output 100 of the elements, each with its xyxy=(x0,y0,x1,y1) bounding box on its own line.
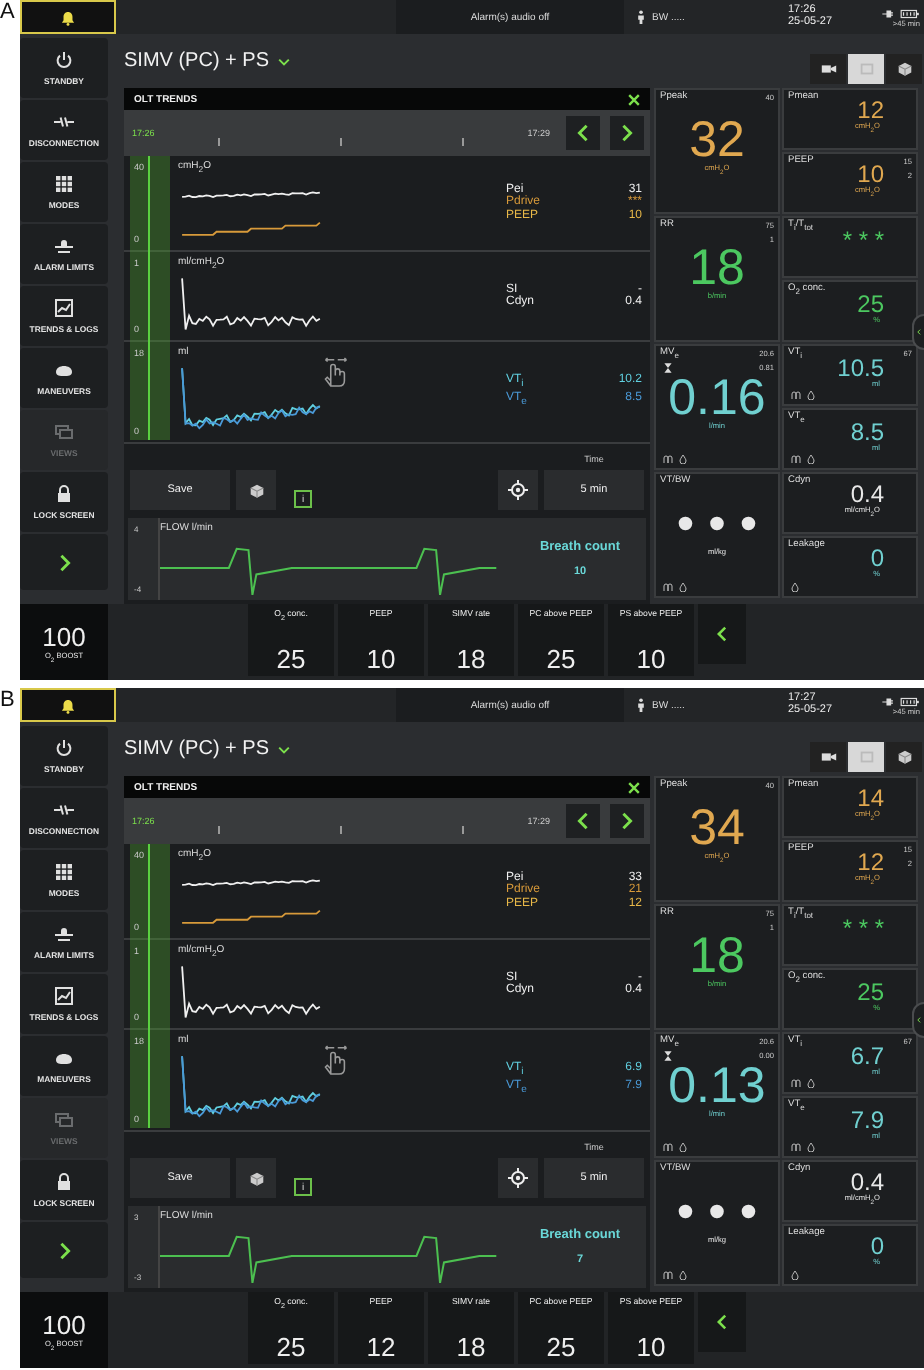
drop-icon xyxy=(806,1078,816,1088)
cloud-icon xyxy=(54,360,74,380)
tile-value: 0.4 xyxy=(850,484,884,506)
chevron-down-icon xyxy=(277,745,290,753)
screen-icon xyxy=(857,60,875,78)
tile-value: 12 xyxy=(857,100,884,122)
hand-icon xyxy=(322,354,351,390)
target-icon xyxy=(508,1168,528,1188)
previous-button[interactable] xyxy=(566,804,600,838)
drop-icon xyxy=(678,1142,688,1152)
drop-icon xyxy=(806,454,816,464)
tile-value: • • • xyxy=(676,500,758,548)
view-button[interactable] xyxy=(810,54,846,84)
grid-icon xyxy=(54,174,74,194)
drop-icon xyxy=(806,390,816,400)
drop-icon xyxy=(678,454,688,464)
drop-icon xyxy=(678,1270,688,1280)
bell-lines-icon xyxy=(54,924,74,944)
panel-label: B xyxy=(0,688,17,716)
tile-value: * * * xyxy=(842,229,884,252)
windows-icon xyxy=(54,422,74,442)
broken-line-icon xyxy=(54,112,74,132)
tile-value: 18 xyxy=(689,932,745,980)
bell-icon xyxy=(60,9,76,25)
hand-icon xyxy=(322,1042,351,1078)
tile-value: 14 xyxy=(857,788,884,810)
tile-value: 0.16 xyxy=(668,373,766,422)
bell-icon xyxy=(60,697,76,713)
chevron-right-icon xyxy=(55,1241,73,1259)
cube-button[interactable] xyxy=(236,1158,276,1198)
chevron-right-icon xyxy=(618,810,636,832)
close-icon xyxy=(628,781,640,793)
alarm-button[interactable] xyxy=(20,0,116,34)
view-button[interactable] xyxy=(886,742,922,772)
tile-value: 0 xyxy=(870,548,884,570)
chevron-left-icon xyxy=(916,324,922,340)
target-icon xyxy=(508,480,528,500)
alarm-button[interactable] xyxy=(20,688,116,722)
close-icon xyxy=(628,93,640,105)
chevron-right-icon xyxy=(55,553,73,571)
tile-value: 0 xyxy=(870,1236,884,1258)
person-icon xyxy=(636,10,646,24)
bell-lines-icon xyxy=(54,236,74,256)
previous-button[interactable] xyxy=(566,116,600,150)
cube-icon xyxy=(895,748,913,766)
tile-value: 32 xyxy=(689,116,745,164)
grid-icon xyxy=(54,862,74,882)
chevron-left-icon xyxy=(714,1312,730,1332)
tile-value: 25 xyxy=(857,981,884,1004)
chevron-down-icon xyxy=(277,57,290,65)
chart-icon xyxy=(54,298,74,318)
cube-icon xyxy=(247,481,265,499)
drop-icon xyxy=(678,582,688,592)
tile-value: 6.7 xyxy=(850,1045,884,1068)
time-cursor[interactable] xyxy=(130,156,170,440)
cloud-icon xyxy=(54,1048,74,1068)
lock-icon xyxy=(54,484,74,504)
center-button[interactable] xyxy=(498,1158,538,1198)
cube-icon xyxy=(895,60,913,78)
tile-value: 10.5 xyxy=(837,357,884,380)
tile-value: 34 xyxy=(689,804,745,852)
center-button[interactable] xyxy=(498,470,538,510)
camera-icon xyxy=(819,60,837,78)
broken-line-icon xyxy=(54,800,74,820)
panel-label: A xyxy=(0,0,17,28)
person-icon xyxy=(636,698,646,712)
drop-icon xyxy=(806,1142,816,1152)
view-button[interactable] xyxy=(810,742,846,772)
tile-value: * * * xyxy=(842,917,884,940)
tile-value: 8.5 xyxy=(850,421,884,444)
next-button[interactable] xyxy=(610,804,644,838)
tile-value: 10 xyxy=(857,164,884,186)
tile-value: • • • xyxy=(676,1188,758,1236)
mode-title[interactable]: SIMV (PC) + PS xyxy=(124,738,270,760)
mode-title[interactable]: SIMV (PC) + PS xyxy=(124,50,270,72)
chevron-left-icon xyxy=(714,624,730,644)
battery-icon xyxy=(880,695,920,707)
power-icon xyxy=(54,50,74,70)
chevron-right-icon xyxy=(618,122,636,144)
time-cursor[interactable] xyxy=(130,844,170,1128)
tile-value: 25 xyxy=(857,293,884,316)
tile-value: 0.13 xyxy=(668,1061,766,1110)
chevron-left-icon xyxy=(916,1012,922,1028)
tile-value: 18 xyxy=(689,244,745,292)
power-icon xyxy=(54,738,74,758)
screen-icon xyxy=(857,748,875,766)
lock-icon xyxy=(54,1172,74,1192)
cube-icon xyxy=(247,1169,265,1187)
view-button[interactable] xyxy=(886,54,922,84)
cube-button[interactable] xyxy=(236,470,276,510)
battery-icon xyxy=(880,7,920,19)
chevron-left-icon xyxy=(574,122,592,144)
chevron-left-icon xyxy=(574,810,592,832)
chart-icon xyxy=(54,986,74,1006)
tile-value: 12 xyxy=(857,852,884,874)
camera-icon xyxy=(819,748,837,766)
tile-value: 7.9 xyxy=(850,1109,884,1132)
windows-icon xyxy=(54,1110,74,1130)
tile-value: 0.4 xyxy=(850,1172,884,1194)
next-button[interactable] xyxy=(610,116,644,150)
